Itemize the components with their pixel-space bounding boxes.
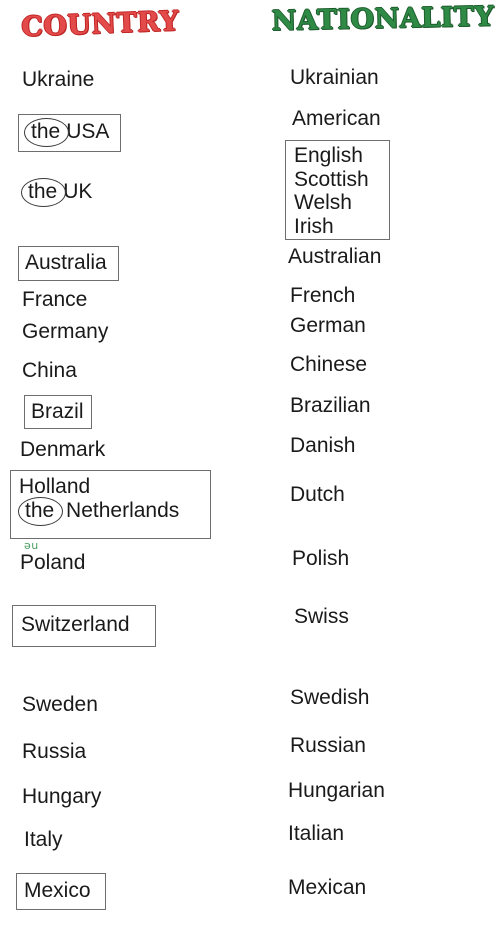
country-box-switzerland: Switzerland xyxy=(12,605,156,647)
country-item-germany: Germany xyxy=(22,320,109,343)
nationality-item-mexican: Mexican xyxy=(288,876,367,899)
nationality-item-french: French xyxy=(290,284,356,307)
country-box-brazil: Brazil xyxy=(24,395,92,429)
nationality-item-ukrainian: Ukrainian xyxy=(290,66,379,89)
circled-the-annotation: the xyxy=(21,178,67,208)
country-item-ukraine: Ukraine xyxy=(22,68,95,91)
nationality-item-swedish: Swedish xyxy=(290,686,370,709)
circled-the-annotation: the xyxy=(24,118,70,148)
nationality-item-dutch: Dutch xyxy=(290,483,345,506)
country-item-russia: Russia xyxy=(22,740,87,763)
country-item-france: France xyxy=(22,288,88,311)
article-the: the xyxy=(31,120,61,143)
country-box-australia: Australia xyxy=(18,246,119,281)
nationality-item-swiss: Swiss xyxy=(294,605,349,628)
nationality-column-header: NATIONALITY xyxy=(271,1,495,37)
circled-the-annotation: the xyxy=(18,497,64,527)
country-item-usa: the USA xyxy=(24,118,114,148)
nationality-item-irish: Irish xyxy=(294,215,334,239)
country-name-netherlands: Netherlands xyxy=(66,498,180,522)
nationality-box-uk-peoples: English Scottish Welsh Irish xyxy=(285,140,390,240)
nationality-item-danish: Danish xyxy=(290,434,356,457)
country-item-sweden: Sweden xyxy=(22,693,98,716)
country-item-australia: Australia xyxy=(25,251,107,274)
nationality-item-english: English xyxy=(294,144,363,167)
nationality-item-hungarian: Hungarian xyxy=(288,779,385,802)
country-item-hungary: Hungary xyxy=(22,785,102,808)
country-item-netherlands: the Netherlands xyxy=(18,497,202,527)
country-box-holland-netherlands: Holland the Netherlands xyxy=(10,470,211,539)
country-column-header: COUNTRY xyxy=(20,5,180,43)
nationality-item-russian: Russian xyxy=(290,734,366,757)
nationality-item-american: American xyxy=(292,107,381,130)
country-box-mexico: Mexico xyxy=(16,873,106,910)
nationality-item-polish: Polish xyxy=(292,547,350,570)
nationality-item-scottish: Scottish xyxy=(294,167,369,191)
country-name-uk: UK xyxy=(63,180,93,203)
nationality-item-chinese: Chinese xyxy=(290,353,368,376)
country-item-italy: Italy xyxy=(24,828,63,851)
country-item-brazil: Brazil xyxy=(31,400,84,423)
country-item-denmark: Denmark xyxy=(20,438,106,461)
country-item-mexico: Mexico xyxy=(24,879,91,902)
country-item-switzerland: Switzerland xyxy=(21,613,130,636)
nationality-item-german: German xyxy=(290,314,366,337)
nationality-item-italian: Italian xyxy=(288,822,345,845)
nationality-item-australian: Australian xyxy=(288,245,382,268)
country-item-poland: Poland xyxy=(20,551,86,574)
country-item-holland: Holland xyxy=(19,475,91,498)
country-item-china: China xyxy=(22,359,77,382)
country-name-usa: USA xyxy=(66,120,110,143)
nationality-item-welsh: Welsh xyxy=(294,191,352,215)
article-the: the xyxy=(25,498,55,522)
country-item-uk: the UK xyxy=(21,178,93,208)
nationality-item-brazilian: Brazilian xyxy=(290,394,371,417)
country-box-usa: the USA xyxy=(18,114,121,152)
article-the: the xyxy=(28,180,58,203)
